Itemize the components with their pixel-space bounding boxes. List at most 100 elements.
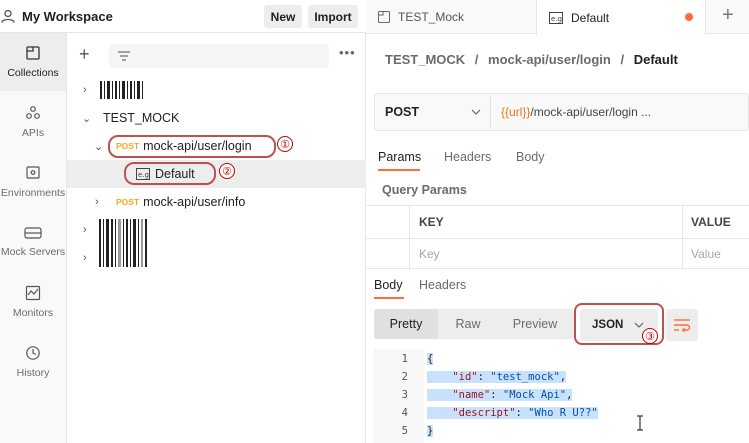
json-value: "test_mock" [490,371,560,383]
line-number: 2 [401,371,408,383]
tree-item-request-info[interactable]: › POST mock-api/user/info [67,188,366,216]
tab-response-headers[interactable]: Headers [419,278,466,292]
chevron-down-icon[interactable]: ⌄ [94,140,103,153]
code-line: } [427,425,434,437]
sidebar-item-label: Environments [0,187,66,199]
sidebar-item-collections[interactable]: Collections [0,33,66,91]
tab-response-body[interactable]: Body [374,278,403,292]
tab-default[interactable]: e.g Default [536,0,706,35]
url-path: /mock-api/user/login ... [530,105,652,119]
chevron-down-icon[interactable]: ⌄ [82,112,91,125]
json-value: "Who R U??" [528,407,598,419]
line-number: 4 [401,407,408,419]
tree-item-collection[interactable]: ⌄ TEST_MOCK [67,104,366,132]
chevron-right-icon[interactable]: › [83,224,87,236]
tab-test-mock[interactable]: TEST_Mock [366,0,536,34]
sidebar-item-monitors[interactable]: Monitors [0,273,66,331]
url-variable: {{url}} [501,105,531,119]
sidebar-item-mock-servers[interactable]: Mock Servers [0,213,66,271]
line-number: 5 [401,425,408,437]
method-value: POST [385,105,420,119]
url-input[interactable]: {{url}}/mock-api/user/login ... [491,105,651,119]
annotation-marker-1: ① [277,136,293,152]
tree-item-example-default[interactable]: e.g Default [67,160,366,188]
sidebar-item-label: APIs [21,127,45,139]
monitors-icon [25,285,41,301]
import-button[interactable]: Import [308,5,358,28]
tab-underline [374,297,404,299]
environments-icon [26,166,40,179]
pretty-button[interactable]: Pretty [374,309,438,339]
workspace-title[interactable]: My Workspace [22,9,113,24]
annotation-box-1 [108,135,276,158]
sidebar-item-environments[interactable]: Environments [0,153,66,211]
json-punct: , [566,389,573,401]
tab-params[interactable]: Params [378,150,421,164]
sidebar-item-label: History [16,367,50,379]
svg-text:e.g: e.g [551,15,562,23]
chevron-right-icon[interactable]: › [83,252,87,264]
value-input[interactable]: Value [691,247,721,261]
view-mode-segment: Pretty Raw Preview [374,309,574,339]
new-tab-plus-icon[interactable]: + [722,4,734,27]
query-params-title: Query Params [382,183,467,197]
user-icon[interactable] [0,8,16,24]
chevron-right-icon[interactable]: › [95,196,99,208]
tab-body[interactable]: Body [516,150,545,164]
sidebar-item-label: Monitors [12,307,54,319]
breadcrumb-separator: / [474,52,479,67]
code-line: "name": "Mock Api", [427,389,573,401]
method-badge: POST [116,197,140,207]
workspace-header: My Workspace New Import [0,0,366,33]
breadcrumb-request[interactable]: mock-api/user/login [488,52,611,67]
query-params-table: KEY VALUE Key Value [366,205,749,270]
method-select[interactable]: POST [375,94,491,130]
table-divider [366,238,749,239]
history-icon [26,346,40,360]
sidebar-item-apis[interactable]: APIs [0,93,66,151]
annotation-marker-2: ② [219,163,235,179]
sidebar: Collections APIs Environments Mock Serve… [0,33,67,443]
more-options-icon[interactable]: ••• [339,45,356,60]
tab-label: TEST_Mock [398,10,465,24]
text-cursor-icon [637,415,643,431]
response-body-editor[interactable]: 1 2 3 4 5 { "id": "test_mock", "name": "… [374,349,749,443]
sidebar-item-label: Collections [7,67,59,79]
filter-input[interactable] [109,44,329,68]
collection-tab-icon [378,11,390,23]
raw-button[interactable]: Raw [440,309,496,339]
example-tab-icon: e.g [549,11,563,24]
key-column-header: KEY [419,215,444,229]
preview-button[interactable]: Preview [498,309,572,339]
json-value: "Mock Api" [502,389,567,401]
sidebar-item-label: Mock Servers [0,246,66,258]
tree-item[interactable]: › [67,76,366,104]
collections-tree: + ••• › ⌄ TEST_MOCK ⌄ POST mock-api/user… [67,33,366,443]
code-line: "descript": "Who R U??" [427,407,598,419]
plus-icon[interactable]: + [79,45,90,63]
value-column-header: VALUE [691,215,731,229]
chevron-down-icon [471,109,481,115]
line-number-gutter: 1 2 3 4 5 [374,349,424,443]
wrap-lines-icon [674,319,691,332]
chevron-right-icon[interactable]: › [83,84,87,96]
apis-icon [26,106,40,119]
wrap-lines-button[interactable] [666,309,698,341]
annotation-box-2 [124,162,216,185]
tab-bar: TEST_Mock e.g Default + [366,0,749,35]
breadcrumb: TEST_MOCK / mock-api/user/login / Defaul… [385,52,678,67]
json-punct: , [559,371,567,383]
new-button[interactable]: New [264,5,302,28]
tab-headers[interactable]: Headers [444,150,491,164]
json-key: "descript" [452,407,516,419]
url-bar: POST {{url}}/mock-api/user/login ... [374,93,749,131]
key-input[interactable]: Key [419,247,440,261]
filter-icon [118,51,130,61]
collection-name: TEST_MOCK [103,111,180,125]
sidebar-item-history[interactable]: History [0,333,66,391]
code-line: { [427,353,434,365]
redacted-barcode-icon [100,81,143,99]
breadcrumb-collection[interactable]: TEST_MOCK [385,52,465,67]
line-number: 1 [401,353,408,365]
tree-toolbar: + ••• [67,33,366,75]
